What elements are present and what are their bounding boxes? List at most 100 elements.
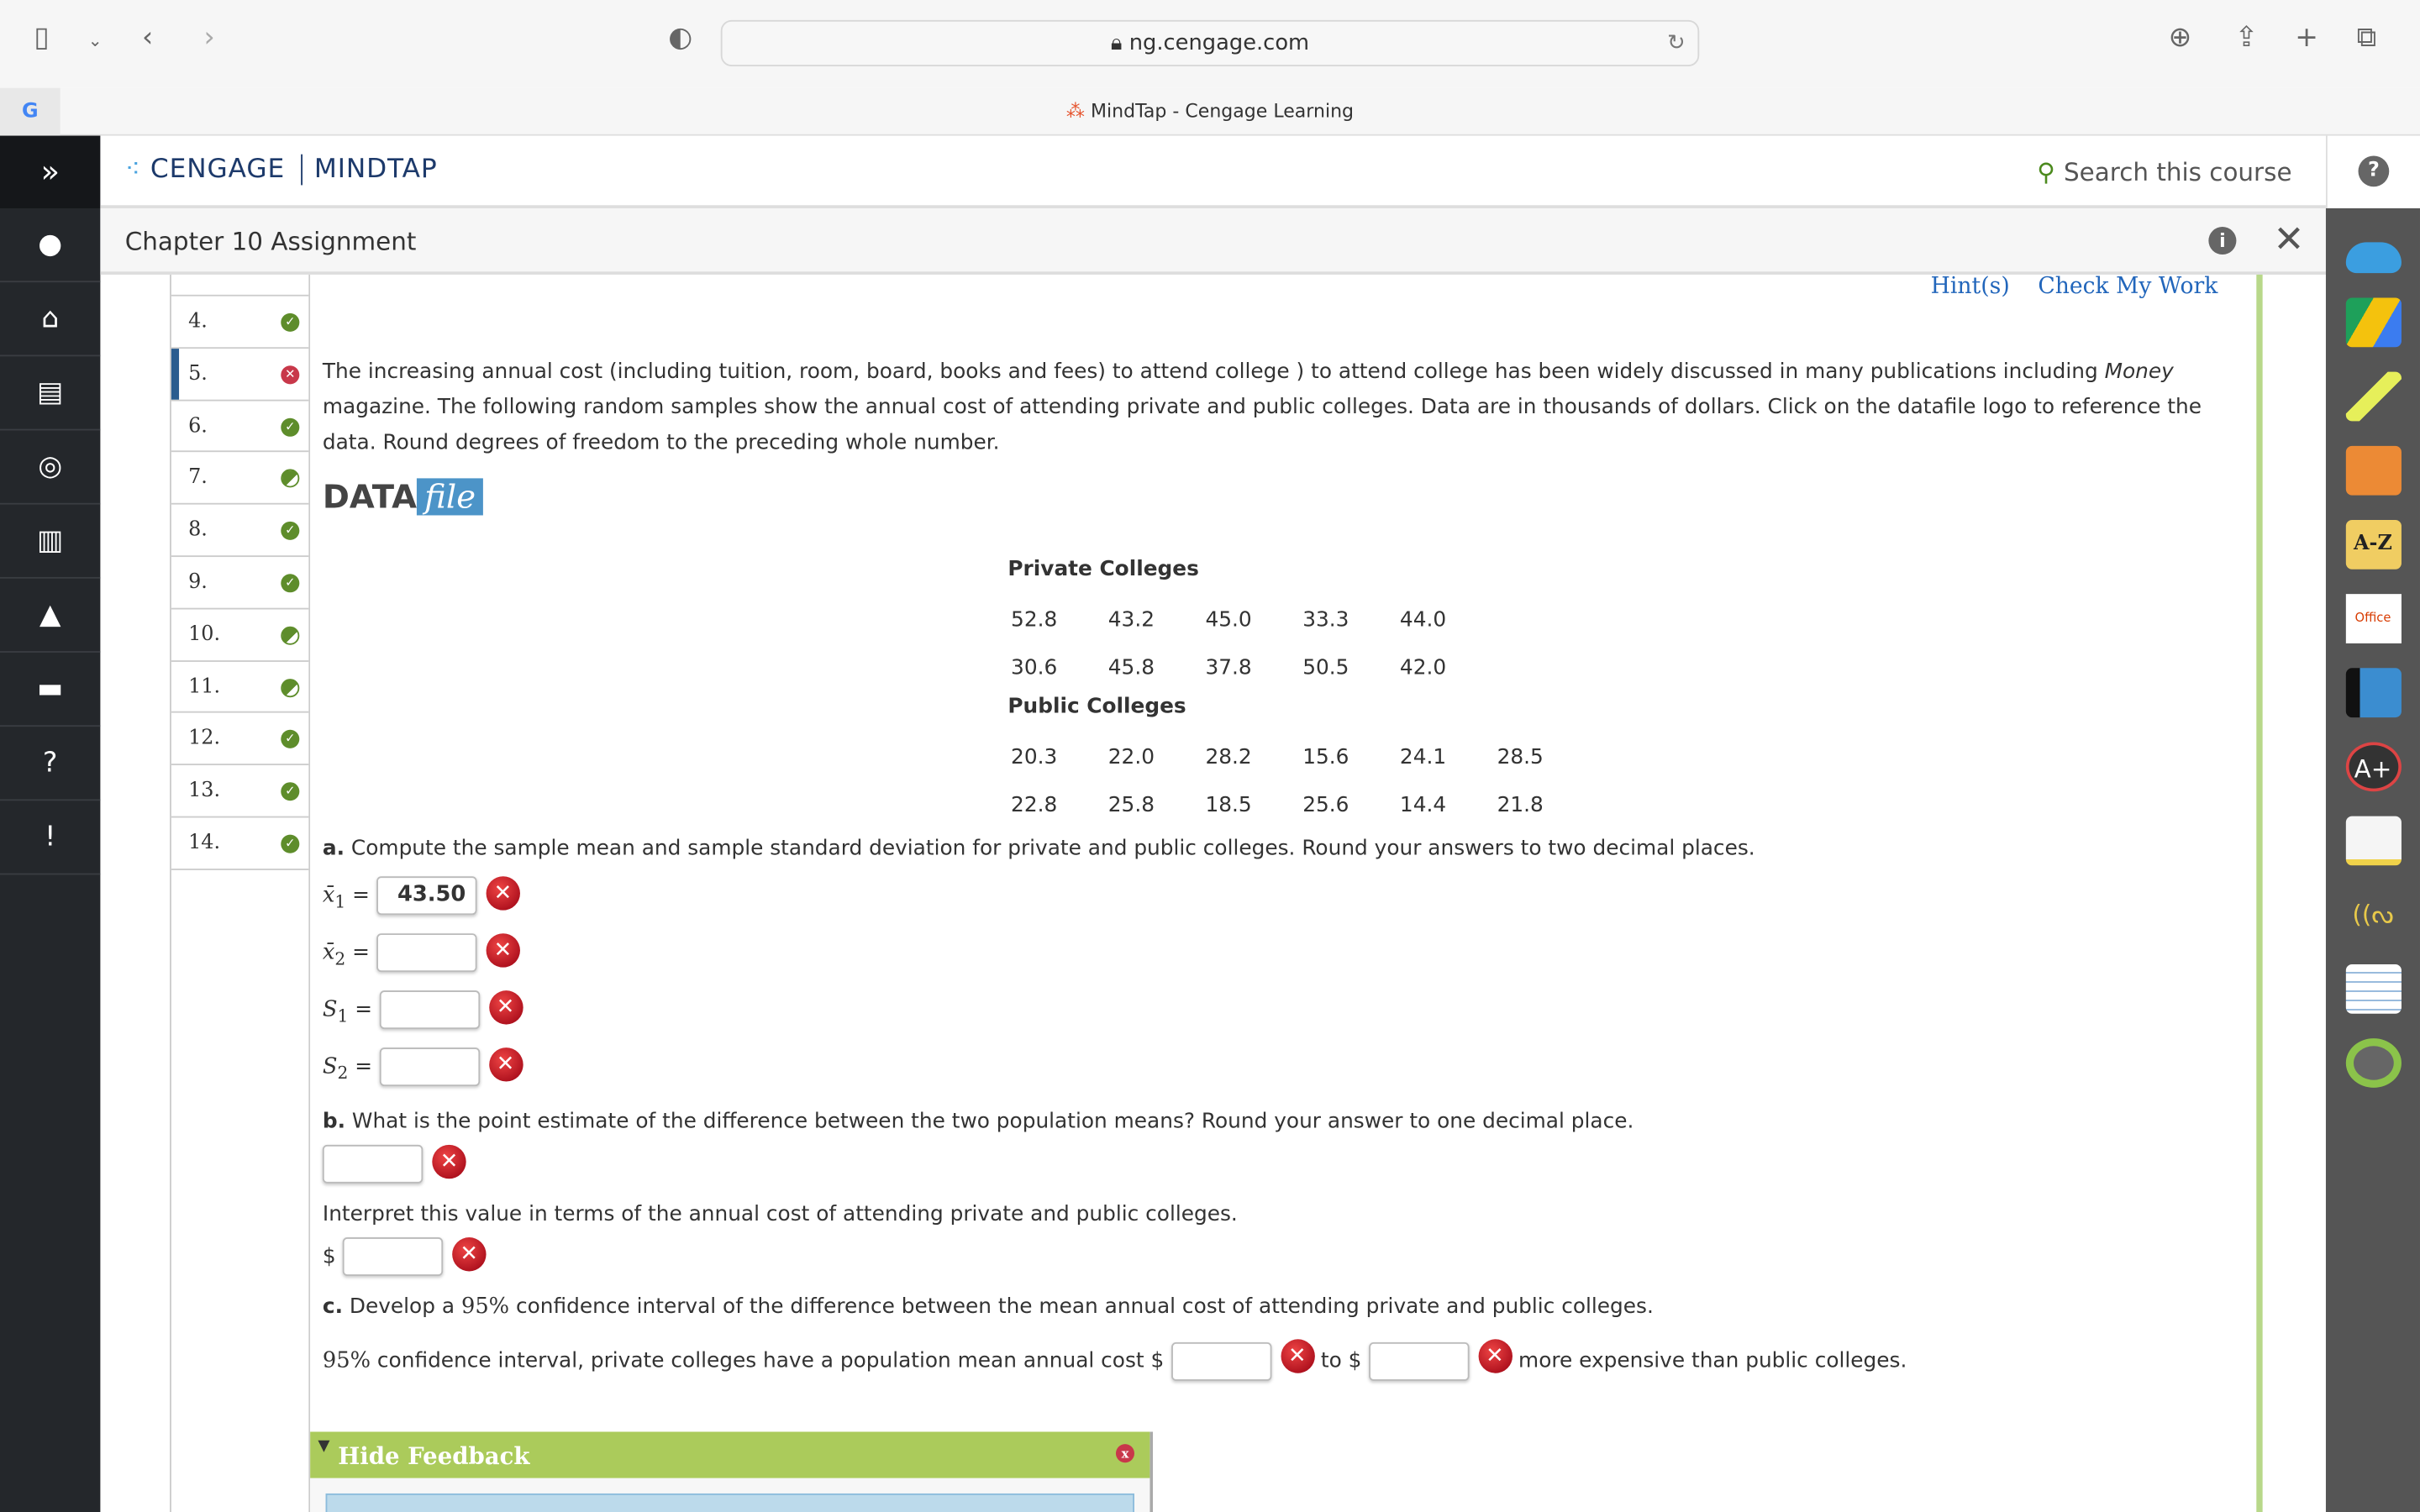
data-cell: 22.8 <box>1011 792 1058 817</box>
intro-text: The increasing annual cost (including tu… <box>322 359 2105 385</box>
share-icon[interactable]: ⇪ <box>2235 22 2259 55</box>
close-icon[interactable]: ✕ <box>2274 218 2305 260</box>
caret-down-icon: ▼ <box>318 1437 330 1456</box>
data-cell: 21.8 <box>1497 792 1544 817</box>
stat-input[interactable]: 43.50 <box>376 876 477 916</box>
search-course[interactable]: ⚲ Search this course <box>2037 157 2291 186</box>
data-row: 20.3 22.0 28.2 15.6 24.1 28.5 <box>974 734 1555 779</box>
question-item[interactable]: 5. ✕ <box>171 348 309 401</box>
part-b-prompt: b. What is the point estimate of the dif… <box>323 1105 1634 1140</box>
stat-input[interactable] <box>376 933 477 973</box>
data-cell: 25.8 <box>1107 792 1155 817</box>
question-item[interactable]: 6. ✓ <box>171 401 309 453</box>
part-a-prompt: a. Compute the sample mean and sample st… <box>323 832 1755 867</box>
back-icon[interactable]: ‹ <box>142 22 153 55</box>
notes-icon[interactable] <box>2344 816 2402 866</box>
profile-ring-icon[interactable] <box>2344 1038 2402 1088</box>
feedback-icon[interactable]: ! <box>0 801 101 875</box>
address-bar[interactable]: 🔒︎ ng.cengage.com ↻ <box>720 19 1700 66</box>
cengage-logo[interactable]: ⁖ CENGAGE MINDTAP <box>125 154 438 186</box>
interpret-input[interactable] <box>342 1237 443 1276</box>
ci-upper-input[interactable] <box>1368 1341 1469 1380</box>
question-item[interactable]: 4. ✓ <box>171 297 309 349</box>
info-icon[interactable]: i <box>2208 226 2237 255</box>
expand-nav-icon[interactable]: » <box>0 135 101 208</box>
book-icon[interactable]: ▥ <box>0 505 101 579</box>
question-item[interactable]: 10. <box>171 609 309 662</box>
sidebar-toggle-icon[interactable]: ▯ <box>34 22 49 55</box>
incorrect-icon: ✕ <box>1477 1339 1512 1373</box>
question-item[interactable]: 11. <box>171 661 309 714</box>
question-item[interactable]: 7. <box>171 453 309 505</box>
point-estimate-input[interactable] <box>322 1144 424 1184</box>
feedback-panel: ▼ Hide Feedback x <box>310 1431 1154 1512</box>
help-button[interactable]: ? <box>2325 135 2420 208</box>
shield-icon[interactable]: ◐ <box>668 22 692 55</box>
google-tab-icon[interactable]: G <box>0 87 60 136</box>
data-row: 22.8 25.8 18.5 25.6 14.4 21.8 <box>974 782 1555 827</box>
left-nav: » ● ⌂ ▤ ◎ ▥ ▲ ▬ ? ! <box>0 135 101 1512</box>
tabs-overview-icon[interactable]: ⧉ <box>2357 22 2377 55</box>
data-cell: 14.4 <box>1399 792 1447 817</box>
interpret-prompt: Interpret this value in terms of the ann… <box>322 1201 1238 1227</box>
tab-mindtap[interactable]: ⁂ MindTap - Cengage Learning <box>0 87 2420 136</box>
download-icon[interactable]: ⊕ <box>2169 22 2192 55</box>
close-feedback-icon[interactable]: x <box>1115 1444 1134 1463</box>
forward-icon[interactable]: › <box>203 22 214 55</box>
stat-symbol: x̄ <box>322 940 335 965</box>
correct-status-icon: ✓ <box>281 730 300 749</box>
question-content: Hint(s) Check My Work The increasing ann… <box>310 274 2259 1512</box>
stat-input[interactable] <box>378 1047 480 1087</box>
reload-icon[interactable]: ↻ <box>1667 22 1686 65</box>
ci-sentence: 95% confidence interval, private college… <box>323 1339 1907 1382</box>
home-icon[interactable]: ⌂ <box>0 282 101 357</box>
briefcase-icon[interactable]: ▬ <box>0 653 101 727</box>
ci-lower-input[interactable] <box>1171 1341 1271 1380</box>
readspeaker-icon[interactable]: ((ᔓ <box>2345 890 2401 940</box>
glossary-az-icon[interactable]: A-Z <box>2344 519 2402 570</box>
partial-status-icon <box>281 626 300 645</box>
onedrive-icon[interactable] <box>2344 242 2402 274</box>
notebook-icon[interactable]: ▤ <box>0 356 101 431</box>
question-item-partial[interactable] <box>171 275 309 297</box>
datafile-logo-b: file <box>416 478 484 516</box>
question-item[interactable]: 13. ✓ <box>171 765 309 818</box>
data-cell: 20.3 <box>1011 744 1058 769</box>
office-icon[interactable]: Office <box>2344 594 2402 643</box>
highlighter-icon[interactable] <box>2344 371 2402 422</box>
rss-icon[interactable] <box>2344 445 2402 496</box>
question-item[interactable]: 8. ✓ <box>171 505 309 558</box>
hide-feedback-toggle[interactable]: ▼ Hide Feedback x <box>310 1431 1150 1478</box>
url-text: ng.cengage.com <box>1128 30 1310 56</box>
part-c-prompt: c. Develop a 95% confidence interval of … <box>323 1290 1654 1326</box>
compass-icon[interactable]: ◎ <box>0 430 101 505</box>
new-tab-icon[interactable]: + <box>2295 22 2318 55</box>
stat-input[interactable] <box>378 990 480 1030</box>
help-circle-icon[interactable]: ? <box>0 727 101 801</box>
graduation-cap-icon[interactable]: ▲ <box>0 579 101 653</box>
problem-intro: The increasing annual cost (including tu… <box>323 354 2252 461</box>
user-icon[interactable]: ● <box>0 208 101 283</box>
ci-text: confidence interval, private colleges ha… <box>371 1348 1151 1373</box>
check-my-work-link[interactable]: Check My Work <box>2038 275 2217 299</box>
question-number: 9. <box>188 570 208 595</box>
aplus-icon[interactable]: A+ <box>2344 742 2402 792</box>
flashcards-icon[interactable] <box>2344 963 2402 1014</box>
question-item[interactable]: 12. ✓ <box>171 713 309 766</box>
google-drive-icon[interactable] <box>2344 297 2402 348</box>
question-item[interactable]: 9. ✓ <box>171 557 309 610</box>
logo-product: MINDTAP <box>300 154 438 186</box>
datafile-logo[interactable]: DATA file <box>323 478 484 516</box>
chevron-down-icon[interactable]: ⌄ <box>88 31 103 51</box>
question-item[interactable]: 14. ✓ <box>171 817 309 870</box>
feedback-box <box>325 1493 1134 1512</box>
stat-symbol: S <box>322 997 338 1022</box>
stat-subscript: 2 <box>334 948 346 969</box>
part-a-text: Compute the sample mean and sample stand… <box>345 836 1755 861</box>
data-cell: 22.0 <box>1107 744 1155 769</box>
ebook-icon[interactable] <box>2344 668 2402 718</box>
question-number: 13. <box>188 779 221 803</box>
hints-link[interactable]: Hint(s) <box>1931 275 2010 299</box>
intro-magazine: Money <box>2104 359 2174 385</box>
ci-percent: 95% <box>322 1348 371 1373</box>
